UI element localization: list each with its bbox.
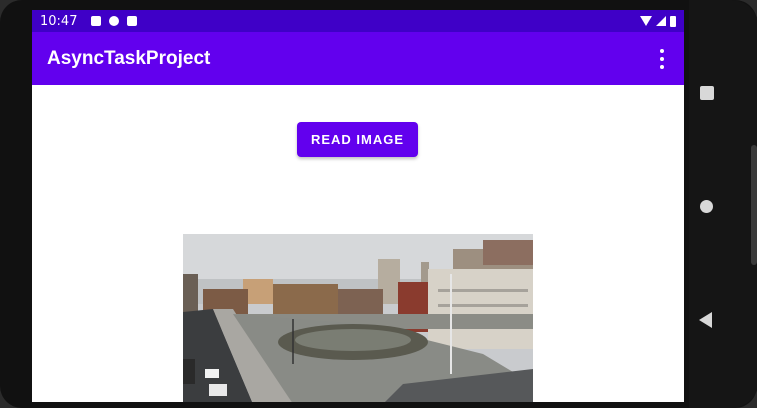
status-right-icons bbox=[640, 15, 676, 27]
wifi-icon bbox=[640, 16, 652, 26]
status-time: 10:47 bbox=[40, 13, 78, 29]
device-frame: 10:47 AsyncTaskProject READ IMAGE bbox=[0, 0, 757, 408]
screen: 10:47 AsyncTaskProject READ IMAGE bbox=[32, 10, 684, 402]
app-bar: AsyncTaskProject bbox=[32, 32, 684, 85]
sd-card-icon bbox=[127, 16, 138, 26]
recents-icon[interactable] bbox=[700, 86, 714, 100]
a-icon bbox=[91, 16, 102, 26]
read-image-button[interactable]: READ IMAGE bbox=[297, 122, 418, 157]
signal-icon bbox=[656, 16, 666, 26]
nav-bar bbox=[684, 0, 757, 408]
more-vert-icon[interactable] bbox=[655, 47, 669, 71]
main-content: READ IMAGE bbox=[32, 85, 684, 402]
back-icon[interactable] bbox=[699, 312, 712, 328]
battery-icon bbox=[670, 15, 676, 27]
overflow-dot bbox=[660, 56, 664, 61]
home-icon[interactable] bbox=[700, 200, 713, 213]
overflow-dot bbox=[660, 64, 664, 69]
status-bar: 10:47 bbox=[32, 10, 684, 32]
city-street-photo bbox=[183, 234, 533, 402]
p-icon bbox=[109, 16, 120, 26]
overflow-dot bbox=[660, 48, 664, 53]
app-title: AsyncTaskProject bbox=[47, 47, 211, 69]
